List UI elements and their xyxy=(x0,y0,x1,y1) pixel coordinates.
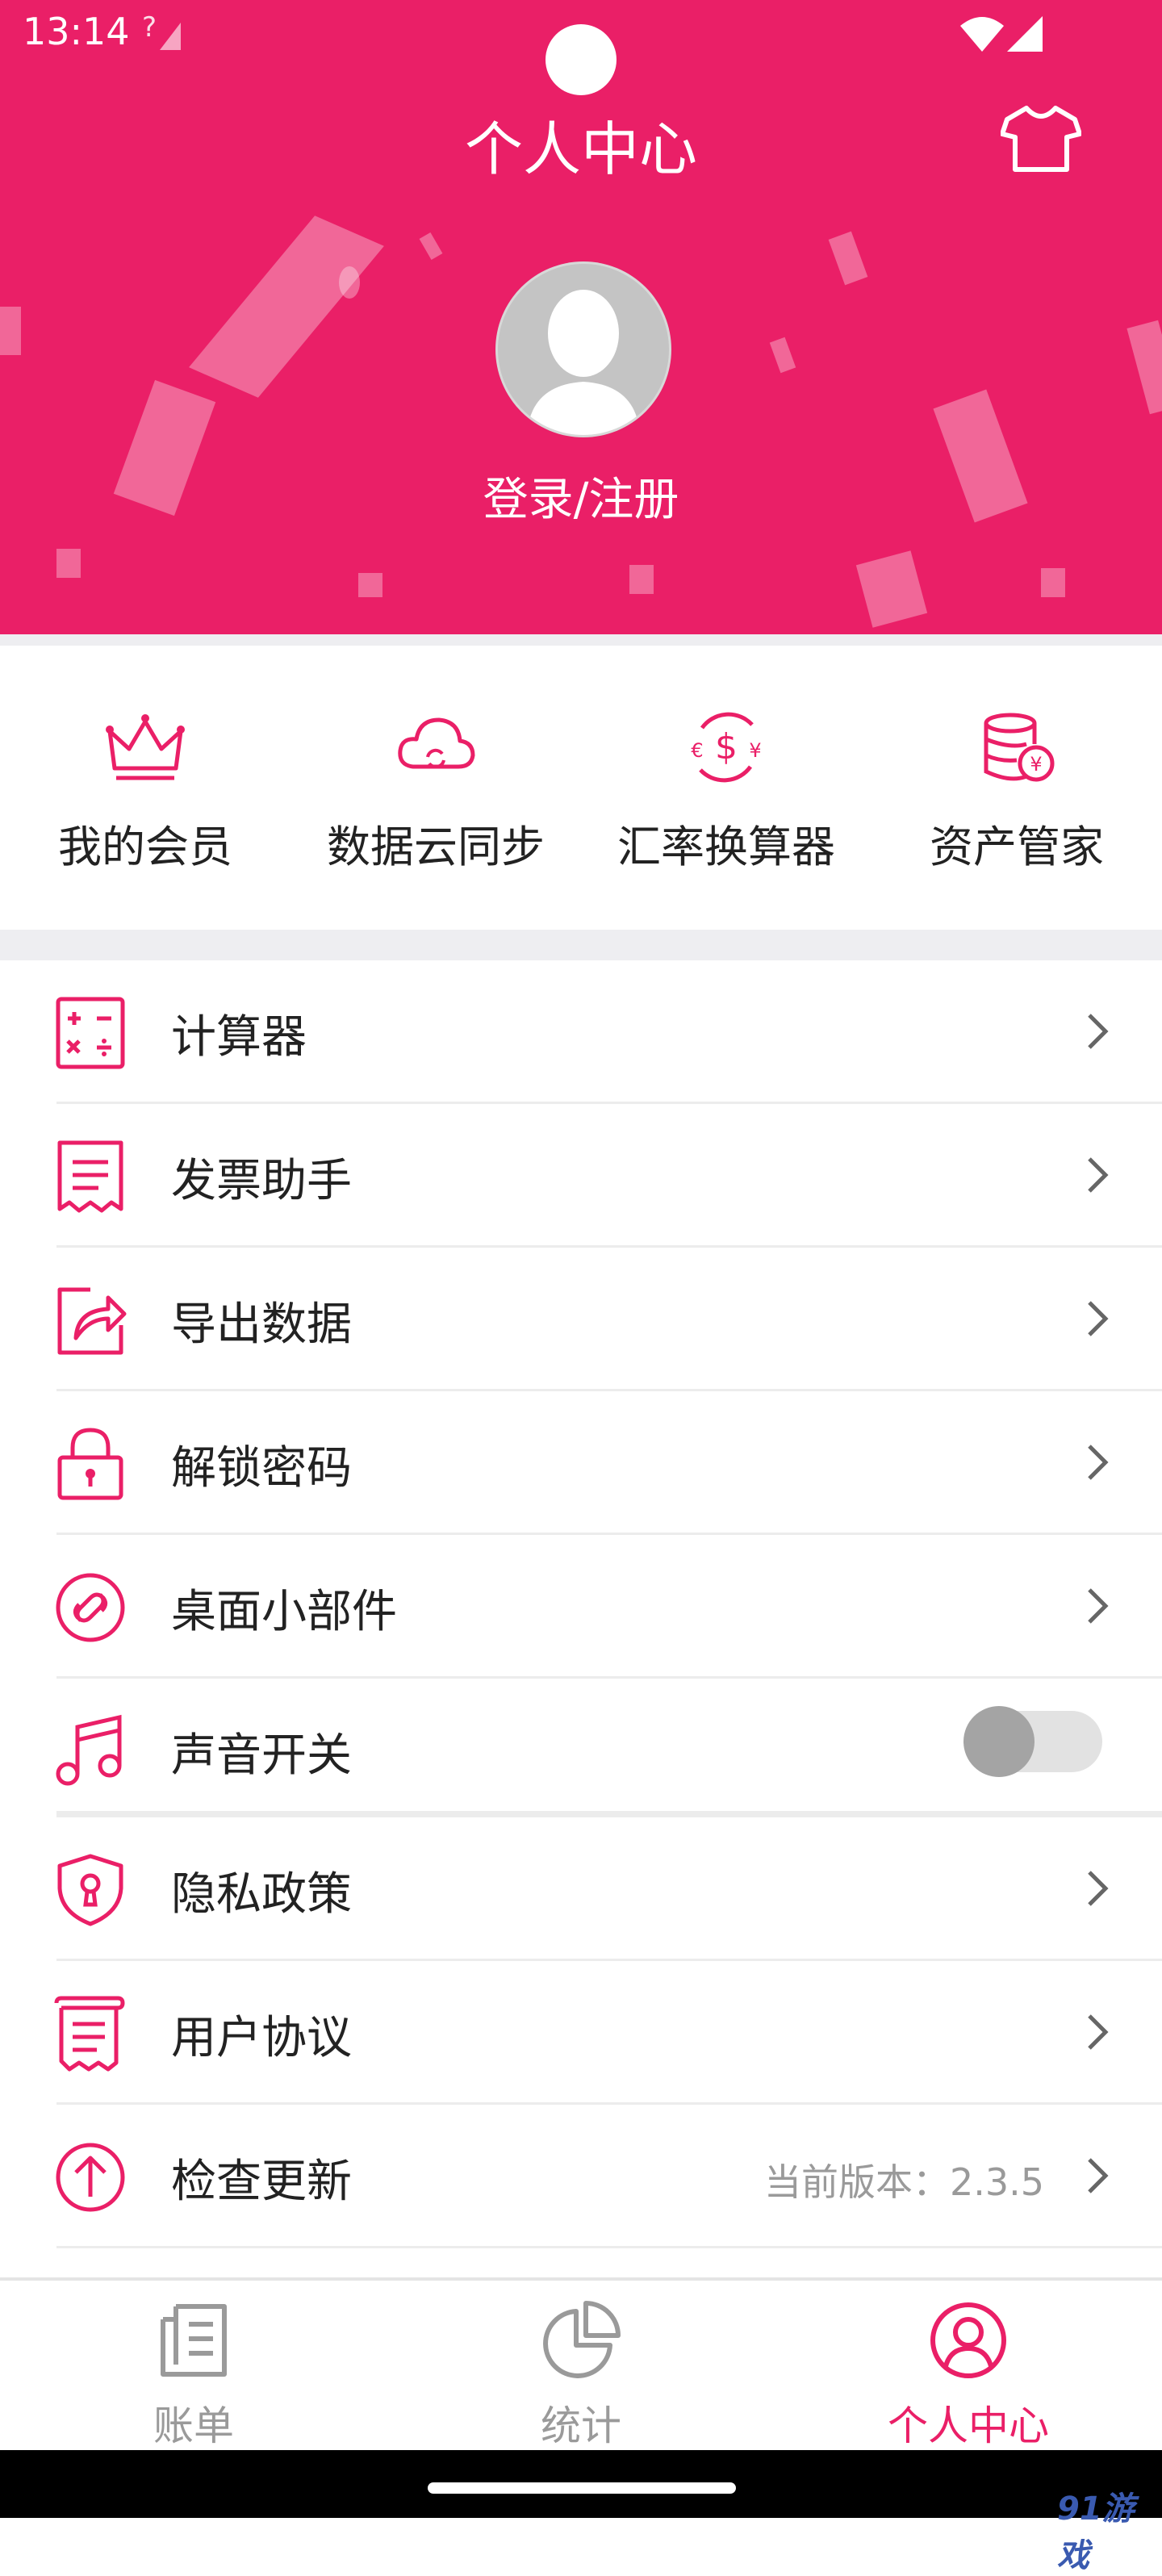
nav-label: 账单 xyxy=(153,2402,234,2449)
status-time: 13:14 xyxy=(23,10,130,53)
document-icon xyxy=(54,1996,125,2072)
decor-shard xyxy=(339,266,360,299)
menu-row-label: 计算器 xyxy=(171,1011,307,1064)
current-version: 当前版本：2.3.5 xyxy=(763,2160,1044,2204)
status-signal-note: ? xyxy=(142,11,157,44)
menu-row-label: 桌面小部件 xyxy=(171,1586,397,1638)
user-circle-icon xyxy=(930,2302,1006,2378)
profile-header: 13:14 ? 个人中心 登录/注册 xyxy=(0,0,1162,634)
cell-signal-icon xyxy=(160,23,181,50)
login-register-link[interactable]: 登录/注册 xyxy=(0,463,1162,529)
bottom-nav: 账单 统计 个人中心 xyxy=(0,2277,1162,2453)
svg-text:$: $ xyxy=(715,726,738,767)
menu-row-label: 发票助手 xyxy=(171,1155,352,1207)
music-note-icon xyxy=(56,1714,122,1786)
default-user-icon xyxy=(527,290,640,435)
menu-row-label: 用户协议 xyxy=(171,2012,352,2064)
theme-shirt-icon[interactable] xyxy=(1001,105,1081,173)
decor-shard xyxy=(629,565,654,594)
quick-item-cloud-sync[interactable]: 数据云同步 xyxy=(290,646,581,930)
currency-exchange-icon: $ € ¥ xyxy=(691,712,762,783)
decor-shard xyxy=(855,550,928,628)
menu-row-label: 检查更新 xyxy=(171,2156,352,2208)
export-icon xyxy=(57,1287,127,1355)
menu-row-check-update[interactable]: 检查更新 当前版本：2.3.5 xyxy=(0,2105,1162,2248)
receipt-icon xyxy=(57,1140,123,1213)
quick-item-currency[interactable]: $ € ¥ 汇率换算器 xyxy=(581,646,872,930)
battery-signal-icon xyxy=(1007,16,1043,52)
quick-item-membership[interactable]: 我的会员 xyxy=(0,646,290,930)
decor-shard xyxy=(1126,320,1162,415)
chevron-right-icon xyxy=(1088,1588,1109,1624)
watermark-logo: 91游戏 xyxy=(1057,2490,1135,2574)
quick-item-label: 汇率换算器 xyxy=(617,822,835,872)
home-gesture-bar[interactable] xyxy=(428,2482,736,2494)
cloud-sync-icon xyxy=(398,717,475,769)
menu-row-label: 解锁密码 xyxy=(171,1442,352,1495)
quick-item-label: 数据云同步 xyxy=(327,822,545,872)
decor-shard xyxy=(358,573,382,597)
divider-strip xyxy=(0,634,1162,646)
nav-label: 个人中心 xyxy=(888,2402,1049,2449)
menu-row-user-agreement[interactable]: 用户协议 xyxy=(0,1961,1162,2105)
avatar[interactable] xyxy=(495,261,671,437)
svg-text:€: € xyxy=(691,739,703,762)
chevron-right-icon xyxy=(1088,1301,1109,1336)
row-divider xyxy=(56,2246,1162,2248)
nav-item-profile[interactable]: 个人中心 xyxy=(775,2281,1162,2453)
chevron-right-icon xyxy=(1088,1871,1109,1906)
menu-row-privacy[interactable]: 隐私政策 xyxy=(0,1817,1162,1961)
quick-actions-grid: 我的会员 数据云同步 $ € ¥ 汇率换算器 ¥ 资产管家 xyxy=(0,646,1162,930)
menu-row-invoice[interactable]: 发票助手 xyxy=(0,1104,1162,1248)
decor-shard xyxy=(0,307,21,355)
camera-cutout xyxy=(545,24,617,95)
widget-link-icon xyxy=(56,1573,125,1642)
shield-icon xyxy=(57,1854,123,1926)
coins-icon: ¥ xyxy=(984,713,1055,782)
decor-shard xyxy=(56,549,81,578)
quick-item-label: 我的会员 xyxy=(58,822,232,872)
section-divider xyxy=(56,1811,1162,1817)
bill-icon xyxy=(161,2304,227,2377)
menu-row-calculator[interactable]: 计算器 xyxy=(0,960,1162,1104)
svg-text:¥: ¥ xyxy=(1030,753,1042,776)
calculator-icon xyxy=(56,997,125,1069)
chevron-right-icon xyxy=(1088,2014,1109,2050)
menu-row-export[interactable]: 导出数据 xyxy=(0,1248,1162,1391)
menu-row-label: 声音开关 xyxy=(171,1729,352,1782)
pie-chart-icon xyxy=(543,2301,621,2378)
nav-item-bill[interactable]: 账单 xyxy=(0,2281,387,2453)
wifi-icon xyxy=(960,17,1004,52)
svg-text:¥: ¥ xyxy=(749,739,761,762)
decor-shard xyxy=(189,215,384,398)
menu-row-widget[interactable]: 桌面小部件 xyxy=(0,1535,1162,1679)
nav-item-statistics[interactable]: 统计 xyxy=(387,2281,775,2453)
decor-shard xyxy=(419,232,443,260)
nav-label: 统计 xyxy=(541,2402,621,2449)
page-title: 个人中心 xyxy=(464,115,697,183)
decor-shard xyxy=(828,231,868,286)
crown-icon xyxy=(106,714,185,780)
chevron-right-icon xyxy=(1088,2158,1109,2193)
menu-row-label: 隐私政策 xyxy=(171,1868,352,1921)
divider-strip xyxy=(0,930,1162,960)
decor-shard xyxy=(1041,568,1065,597)
decor-shard xyxy=(769,337,796,374)
quick-item-label: 资产管家 xyxy=(930,822,1104,872)
chevron-right-icon xyxy=(1088,1014,1109,1049)
lock-icon xyxy=(57,1428,123,1500)
chevron-right-icon xyxy=(1088,1445,1109,1480)
upload-arrow-icon xyxy=(56,2143,125,2212)
menu-row-label: 导出数据 xyxy=(171,1298,352,1351)
chevron-right-icon xyxy=(1088,1157,1109,1193)
menu-row-unlock-password[interactable]: 解锁密码 xyxy=(0,1391,1162,1535)
quick-item-assets[interactable]: ¥ 资产管家 xyxy=(872,646,1162,930)
sound-toggle-knob[interactable] xyxy=(963,1706,1035,1777)
